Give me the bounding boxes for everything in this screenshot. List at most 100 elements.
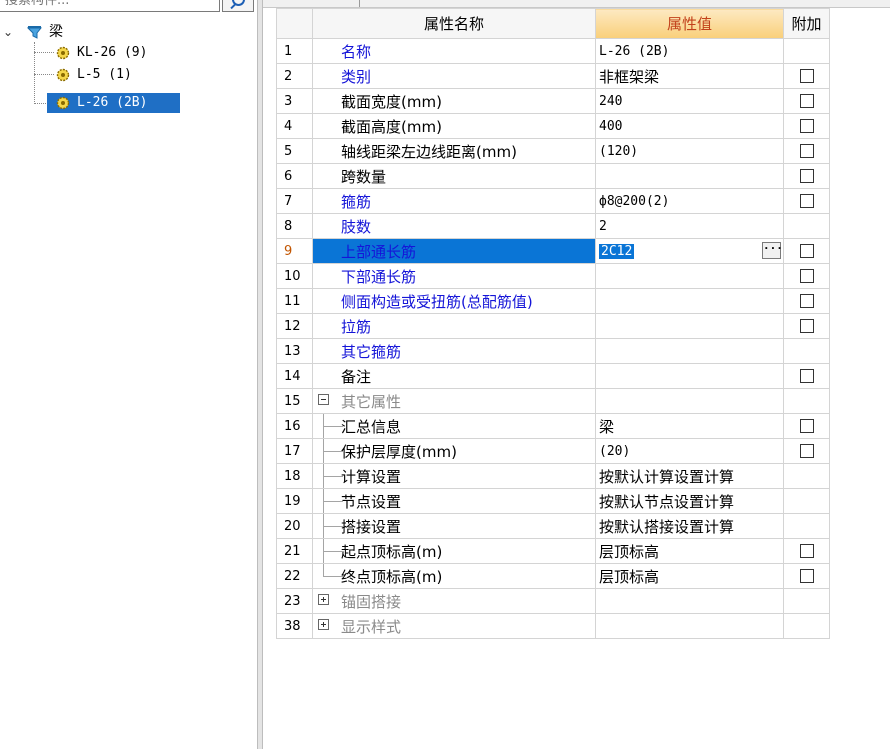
- property-value-cell[interactable]: 2C12 ···: [595, 238, 784, 264]
- property-row[interactable]: 21 起点顶标高(m) 层顶标高: [276, 538, 830, 564]
- extra-header[interactable]: 附加: [783, 8, 830, 39]
- property-value-cell[interactable]: [595, 313, 784, 339]
- property-name-cell[interactable]: 截面宽度(mm): [312, 88, 596, 114]
- property-value-cell[interactable]: (20): [595, 438, 784, 464]
- property-row[interactable]: 3 截面宽度(mm) 240: [276, 88, 830, 114]
- property-name-cell[interactable]: 其它箍筋: [312, 338, 596, 364]
- property-row[interactable]: 2 类别 非框架梁: [276, 63, 830, 89]
- property-name-cell[interactable]: 截面高度(mm): [312, 113, 596, 139]
- property-row[interactable]: 4 截面高度(mm) 400: [276, 113, 830, 139]
- attach-checkbox[interactable]: [799, 419, 814, 433]
- collapse-icon[interactable]: [318, 394, 329, 405]
- property-value-header[interactable]: 属性值: [595, 8, 784, 39]
- attach-checkbox[interactable]: [799, 444, 814, 458]
- property-name-cell[interactable]: 锚固搭接: [312, 588, 596, 614]
- attach-checkbox[interactable]: [799, 119, 814, 133]
- property-name-cell[interactable]: 下部通长筋: [312, 263, 596, 289]
- property-value-cell[interactable]: 非框架梁: [595, 63, 784, 89]
- property-name-cell[interactable]: 名称: [312, 38, 596, 64]
- property-value-cell[interactable]: [595, 338, 784, 364]
- property-row[interactable]: 6 跨数量: [276, 163, 830, 189]
- property-value-cell[interactable]: 按默认搭接设置计算: [595, 513, 784, 539]
- property-row[interactable]: 14 备注: [276, 363, 830, 389]
- property-row[interactable]: 13 其它箍筋: [276, 338, 830, 364]
- property-value-cell[interactable]: 层顶标高: [595, 563, 784, 589]
- attach-checkbox[interactable]: [799, 194, 814, 208]
- property-value-cell[interactable]: 按默认计算设置计算: [595, 463, 784, 489]
- property-row[interactable]: 17 保护层厚度(mm) (20): [276, 438, 830, 464]
- tree-item-l-5[interactable]: L-5 (1): [0, 65, 250, 85]
- property-row[interactable]: 8 肢数 2: [276, 213, 830, 239]
- property-row[interactable]: 12 拉筋: [276, 313, 830, 339]
- attach-checkbox[interactable]: [799, 294, 814, 308]
- property-name-cell[interactable]: 上部通长筋: [312, 238, 596, 264]
- search-button[interactable]: [222, 0, 254, 12]
- property-name-cell[interactable]: 类别: [312, 63, 596, 89]
- chevron-down-icon[interactable]: ⌄: [3, 22, 13, 42]
- property-row[interactable]: 9 上部通长筋 2C12 ···: [276, 238, 830, 264]
- attach-checkbox[interactable]: [799, 269, 814, 283]
- property-name-cell[interactable]: 保护层厚度(mm): [312, 438, 596, 464]
- attach-checkbox[interactable]: [799, 144, 814, 158]
- property-value-cell[interactable]: 2: [595, 213, 784, 239]
- search-input[interactable]: [3, 0, 207, 12]
- property-name-cell[interactable]: 起点顶标高(m): [312, 538, 596, 564]
- property-value-cell[interactable]: 按默认节点设置计算: [595, 488, 784, 514]
- property-value-editor[interactable]: 2C12: [599, 243, 635, 259]
- property-name-cell[interactable]: 备注: [312, 363, 596, 389]
- tree-item-l-26[interactable]: L-26 (2B): [0, 93, 250, 113]
- property-value-cell[interactable]: 梁: [595, 413, 784, 439]
- property-value-cell[interactable]: 400: [595, 113, 784, 139]
- property-name-cell[interactable]: 拉筋: [312, 313, 596, 339]
- property-row[interactable]: 1 名称 L-26 (2B): [276, 38, 830, 64]
- property-name-cell[interactable]: 计算设置: [312, 463, 596, 489]
- attach-checkbox[interactable]: [799, 569, 814, 583]
- tree-root-node[interactable]: ⌄ 梁: [0, 22, 250, 42]
- property-row[interactable]: 5 轴线距梁左边线距离(mm) (120): [276, 138, 830, 164]
- property-row[interactable]: 20 搭接设置 按默认搭接设置计算: [276, 513, 830, 539]
- attach-checkbox[interactable]: [799, 169, 814, 183]
- attach-checkbox[interactable]: [799, 244, 814, 258]
- property-row[interactable]: 23 锚固搭接: [276, 588, 830, 614]
- property-row[interactable]: 18 计算设置 按默认计算设置计算: [276, 463, 830, 489]
- attach-checkbox[interactable]: [799, 319, 814, 333]
- search-box[interactable]: [0, 0, 220, 12]
- attach-checkbox[interactable]: [799, 544, 814, 558]
- property-value-cell[interactable]: [595, 363, 784, 389]
- property-row[interactable]: 11 侧面构造或受扭筋(总配筋值): [276, 288, 830, 314]
- attach-checkbox[interactable]: [799, 369, 814, 383]
- property-name-cell[interactable]: 搭接设置: [312, 513, 596, 539]
- property-value-cell[interactable]: [595, 288, 784, 314]
- property-name-cell[interactable]: 汇总信息: [312, 413, 596, 439]
- property-name-header[interactable]: 属性名称: [312, 8, 596, 39]
- property-value-cell[interactable]: L-26 (2B): [595, 38, 784, 64]
- property-name-cell[interactable]: 节点设置: [312, 488, 596, 514]
- property-value-cell[interactable]: (120): [595, 138, 784, 164]
- property-name-cell[interactable]: 轴线距梁左边线距离(mm): [312, 138, 596, 164]
- expand-icon[interactable]: [318, 594, 329, 605]
- attach-checkbox[interactable]: [799, 69, 814, 83]
- property-name-cell[interactable]: 其它属性: [312, 388, 596, 414]
- property-name-cell[interactable]: 侧面构造或受扭筋(总配筋值): [312, 288, 596, 314]
- property-row[interactable]: 22 终点顶标高(m) 层顶标高: [276, 563, 830, 589]
- expand-icon[interactable]: [318, 619, 329, 630]
- property-value-cell[interactable]: 240: [595, 88, 784, 114]
- property-row[interactable]: 7 箍筋 ф8@200(2): [276, 188, 830, 214]
- property-row[interactable]: 15 其它属性: [276, 388, 830, 414]
- panel-splitter[interactable]: [257, 0, 263, 749]
- property-row[interactable]: 16 汇总信息 梁: [276, 413, 830, 439]
- property-row[interactable]: 38 显示样式: [276, 613, 830, 639]
- property-name-cell[interactable]: 终点顶标高(m): [312, 563, 596, 589]
- tree-item-kl-26[interactable]: KL-26 (9): [0, 43, 250, 63]
- property-value-cell[interactable]: [595, 163, 784, 189]
- property-name-cell[interactable]: 显示样式: [312, 613, 596, 639]
- property-value-cell[interactable]: [595, 263, 784, 289]
- ellipsis-button[interactable]: ···: [762, 242, 783, 259]
- property-value-cell[interactable]: 层顶标高: [595, 538, 784, 564]
- property-name-cell[interactable]: 跨数量: [312, 163, 596, 189]
- property-row[interactable]: 19 节点设置 按默认节点设置计算: [276, 488, 830, 514]
- property-name-cell[interactable]: 箍筋: [312, 188, 596, 214]
- property-row[interactable]: 10 下部通长筋: [276, 263, 830, 289]
- property-name-cell[interactable]: 肢数: [312, 213, 596, 239]
- attach-checkbox[interactable]: [799, 94, 814, 108]
